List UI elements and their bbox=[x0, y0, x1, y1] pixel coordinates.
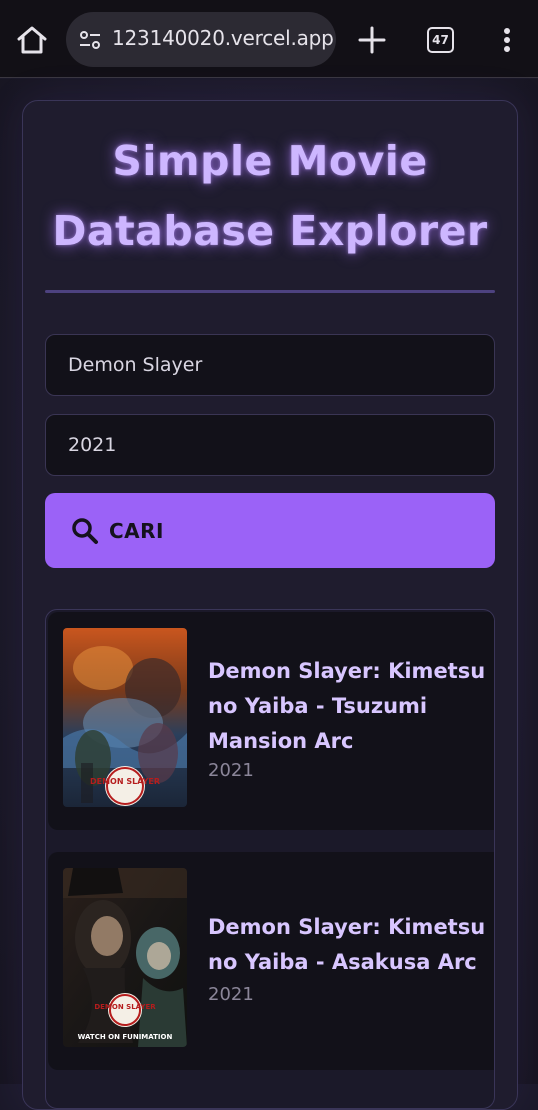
page-title-line2: Database Explorer bbox=[52, 207, 488, 255]
movie-poster: DEMON SLAYER WATCH ON FUNIMATION bbox=[63, 868, 187, 1047]
browser-toolbar: 123140020.vercel.app 47 bbox=[0, 0, 538, 78]
page-title-line1: Simple Movie bbox=[112, 137, 428, 185]
movie-title: Demon Slayer: Kimetsu no Yaiba - Asakusa… bbox=[208, 915, 486, 974]
page-title: Simple Movie Database Explorer bbox=[22, 126, 518, 266]
poster-tagline: WATCH ON FUNIMATION bbox=[78, 1033, 173, 1041]
movie-poster: DEMON SLAYER bbox=[63, 628, 187, 807]
title-divider bbox=[45, 290, 495, 293]
tab-count: 47 bbox=[432, 33, 449, 47]
results-list: DEMON SLAYER Demon Slayer: Kimetsu no Ya… bbox=[45, 609, 495, 1109]
movie-title: Demon Slayer: Kimetsu no Yaiba - Tsuzumi… bbox=[208, 659, 486, 753]
more-menu-icon[interactable] bbox=[496, 24, 518, 56]
search-button[interactable]: CARI bbox=[45, 493, 495, 568]
movie-year: 2021 bbox=[208, 984, 254, 1005]
search-button-label: CARI bbox=[109, 518, 164, 543]
site-settings-icon[interactable] bbox=[78, 28, 102, 52]
new-tab-icon[interactable] bbox=[356, 24, 388, 56]
search-icon bbox=[72, 517, 98, 544]
year-input[interactable]: 2021 bbox=[45, 414, 495, 476]
movie-title-input[interactable]: Demon Slayer bbox=[45, 334, 495, 396]
movie-year: 2021 bbox=[208, 760, 254, 781]
home-icon[interactable] bbox=[14, 24, 50, 56]
poster-logo-text: DEMON SLAYER bbox=[94, 1003, 156, 1011]
movie-card[interactable]: DEMON SLAYER Demon Slayer: Kimetsu no Ya… bbox=[48, 612, 494, 830]
tab-switcher-button[interactable]: 47 bbox=[427, 27, 454, 53]
poster-logo-text: DEMON SLAYER bbox=[90, 777, 160, 786]
url-text: 123140020.vercel.app bbox=[112, 26, 334, 50]
movie-card[interactable]: DEMON SLAYER WATCH ON FUNIMATION Demon S… bbox=[48, 852, 494, 1070]
address-bar[interactable]: 123140020.vercel.app bbox=[66, 12, 336, 67]
